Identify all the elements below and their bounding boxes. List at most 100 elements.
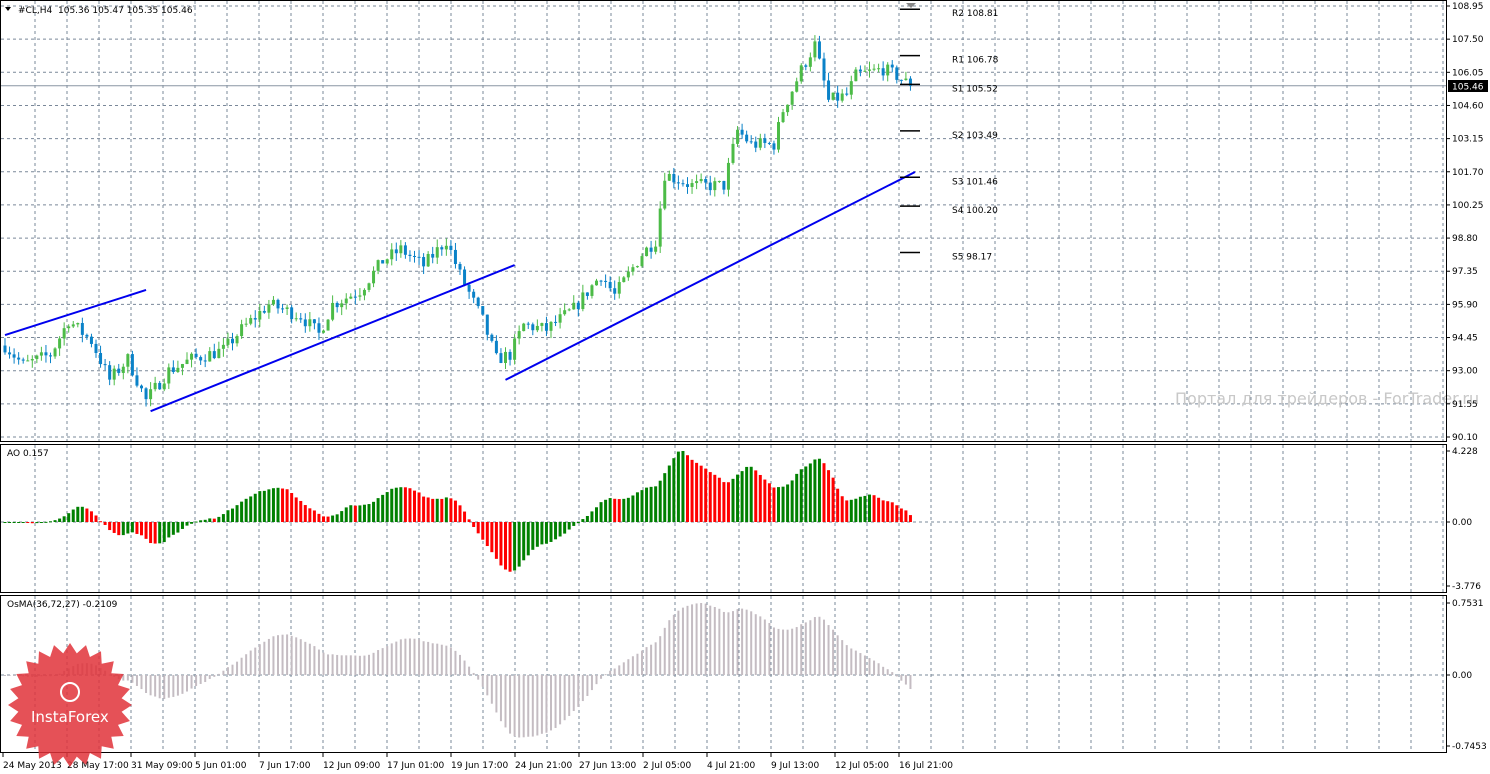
candle-body bbox=[663, 180, 667, 209]
osma-bar bbox=[236, 661, 239, 675]
ao-bar bbox=[831, 477, 835, 522]
ao-bar bbox=[476, 522, 480, 534]
instaforex-logo: InstaForex bbox=[8, 643, 132, 767]
dropdown-triangle-icon[interactable] bbox=[5, 7, 11, 11]
ao-bar bbox=[212, 518, 216, 522]
trendlines[interactable] bbox=[4, 171, 916, 413]
osma-bar bbox=[395, 641, 398, 675]
time-label: 9 Jul 13:00 bbox=[771, 761, 820, 771]
trendline bbox=[150, 264, 515, 413]
osma-bar bbox=[873, 660, 876, 675]
osma-bar bbox=[782, 629, 785, 675]
ao-bar bbox=[267, 489, 271, 522]
osma-bar bbox=[732, 611, 734, 675]
ao-bar bbox=[12, 522, 16, 523]
ao-bar bbox=[413, 490, 416, 522]
candle-body bbox=[190, 353, 194, 360]
candle-body bbox=[522, 323, 526, 332]
osma-bar bbox=[340, 655, 343, 675]
candle-body bbox=[863, 70, 867, 72]
osma-bar bbox=[313, 646, 316, 675]
price-tick-label: 107.50 bbox=[1452, 35, 1484, 45]
ao-bar bbox=[590, 511, 594, 522]
osma-bar bbox=[336, 654, 339, 675]
indicator-tick-label: 0.7531 bbox=[1452, 599, 1484, 609]
candle-body bbox=[308, 319, 312, 327]
candle-body bbox=[276, 299, 280, 309]
ao-bar bbox=[244, 498, 248, 522]
candle-body bbox=[777, 122, 780, 150]
candle-body bbox=[258, 310, 262, 320]
osma-bar bbox=[795, 627, 798, 675]
candle-body bbox=[613, 288, 617, 294]
osma-bar bbox=[217, 673, 220, 675]
osma-bar bbox=[554, 675, 557, 728]
candle-body bbox=[877, 68, 881, 70]
candle-body bbox=[3, 345, 7, 353]
candle-body bbox=[299, 318, 303, 320]
osma-bar bbox=[131, 675, 134, 683]
candle-body bbox=[217, 348, 221, 359]
ao-bar bbox=[140, 522, 143, 536]
ao-bar bbox=[522, 522, 526, 561]
osma-bar bbox=[358, 655, 361, 675]
ao-bar bbox=[472, 522, 476, 527]
osma-bar bbox=[622, 662, 625, 675]
ao-bar bbox=[372, 501, 376, 522]
osma-bar bbox=[263, 641, 266, 675]
ao-bar bbox=[249, 496, 253, 522]
ao-bar bbox=[394, 487, 398, 522]
osma-bar bbox=[904, 675, 907, 685]
ao-bar bbox=[517, 522, 521, 567]
indicator-tick-label: -3.776 bbox=[1452, 582, 1481, 592]
osma-bar bbox=[772, 627, 775, 675]
candle-body bbox=[121, 366, 125, 373]
trading-chart[interactable]: R2 108.81 R1 106.78 S1 105.52 S2 103.49 S3 1… bbox=[0, 0, 1490, 774]
ao-bar bbox=[344, 507, 348, 522]
candle-body bbox=[490, 334, 494, 341]
ao-bar bbox=[3, 522, 7, 523]
ao-bar bbox=[799, 469, 803, 522]
ao-bar bbox=[540, 522, 544, 545]
ao-bar bbox=[299, 500, 303, 522]
ao-bar bbox=[426, 497, 430, 522]
candle-body bbox=[813, 41, 817, 58]
candle-body bbox=[80, 323, 84, 335]
osma-bar bbox=[158, 675, 161, 699]
candle-body bbox=[817, 41, 821, 59]
pivot-levels: R2 108.81 R1 106.78 S1 105.52 S2 103.49 S3 1… bbox=[900, 3, 999, 262]
osma-bar bbox=[741, 608, 744, 675]
ao-bar bbox=[312, 510, 316, 522]
ao-bar bbox=[185, 522, 189, 526]
time-label: 2 Jul 05:00 bbox=[643, 761, 692, 771]
osma-bar bbox=[832, 629, 835, 675]
candles bbox=[3, 35, 912, 407]
candle-body bbox=[699, 179, 703, 182]
osma-bar bbox=[299, 639, 302, 675]
ao-bar bbox=[667, 465, 671, 522]
candle-body bbox=[290, 307, 294, 320]
osma-bar bbox=[181, 675, 184, 694]
ao-bar bbox=[162, 522, 166, 543]
time-label: 12 Jun 09:00 bbox=[323, 761, 380, 771]
ao-bar bbox=[535, 522, 539, 547]
osma-bar bbox=[636, 653, 639, 675]
ao-bar bbox=[390, 488, 394, 522]
candle-body bbox=[622, 277, 626, 283]
ao-bar bbox=[53, 520, 57, 522]
ao-bar bbox=[340, 511, 344, 522]
osma-bar bbox=[440, 644, 443, 675]
candle-body bbox=[836, 92, 840, 101]
ao-bar bbox=[827, 470, 831, 522]
candle-body bbox=[235, 336, 239, 344]
candle-body bbox=[604, 280, 608, 282]
ao-bar bbox=[408, 488, 412, 522]
osma-bar bbox=[627, 659, 630, 675]
osma-bar bbox=[504, 675, 507, 728]
osma-bar bbox=[267, 638, 270, 675]
candle-body bbox=[595, 280, 598, 286]
candle-body bbox=[572, 302, 576, 310]
ao-bar bbox=[549, 522, 553, 542]
ao-bar bbox=[417, 492, 421, 522]
axes: 108.95 107.50 106.05 104.60 103.15 101.70 100.… bbox=[2, 2, 1487, 771]
